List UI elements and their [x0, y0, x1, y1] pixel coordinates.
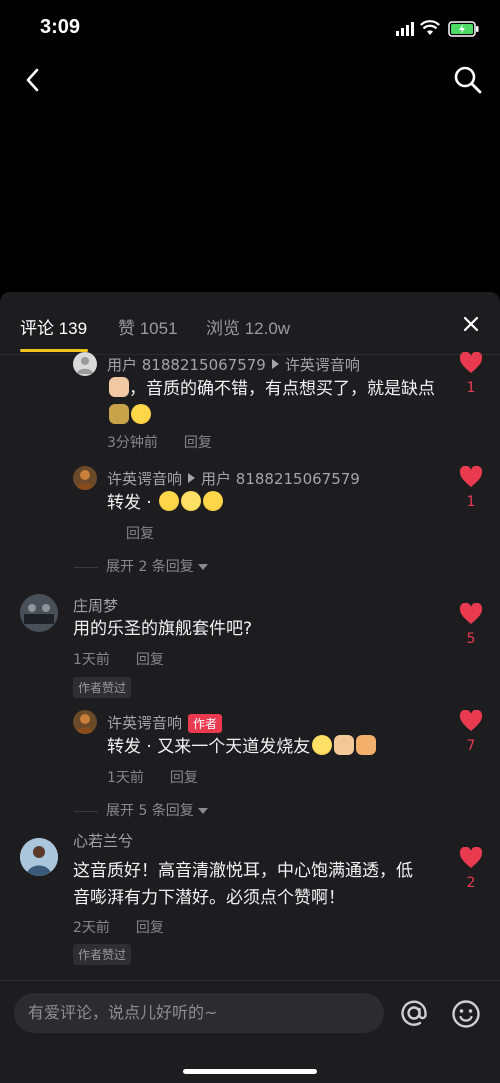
avatar[interactable] [20, 594, 58, 632]
mention-at-icon[interactable] [398, 997, 430, 1029]
like-count: 7 [466, 738, 476, 754]
tab-likes[interactable]: 赞 1051 [118, 314, 178, 339]
comment-meta: 回复 [100, 523, 154, 543]
laughing-emoji-icon [159, 491, 180, 511]
expand-replies-button[interactable]: 展开 2 条回复 [74, 556, 208, 576]
avatar[interactable] [20, 838, 58, 876]
thumbs-up-emoji-icon [356, 735, 377, 755]
heart-icon [459, 351, 483, 373]
heart-icon [459, 602, 483, 624]
laughing-emoji-icon [203, 491, 224, 511]
grin-emoji-icon [181, 491, 202, 511]
comment-author[interactable]: 心若兰兮 [73, 830, 133, 851]
tab-comments[interactable]: 评论 139 [20, 314, 87, 339]
chevron-down-icon [197, 564, 208, 570]
clap-emoji-icon [334, 735, 355, 755]
comment-time: 3分钟前 [107, 435, 158, 451]
comment-item: 心若兰兮 这音质好！高音清澈悦耳，中心饱满通透，低 音嘭湃有力下潜好。必须点个赞… [0, 292, 500, 965]
author-badge: 作者 [188, 714, 223, 733]
heart-icon [459, 709, 483, 731]
reply-button[interactable]: 回复 [126, 526, 154, 542]
comment-text: 转发 · 又来一个天道发烧友 [107, 734, 447, 761]
close-icon[interactable] [460, 313, 482, 335]
reply-button[interactable]: 回复 [170, 770, 198, 786]
reply-arrow-icon [271, 359, 279, 369]
reply-arrow-icon [188, 473, 196, 483]
author-liked-badge: 作者赞过 [73, 677, 132, 698]
status-time: 3:09 [40, 16, 81, 38]
comment-author[interactable]: 用户 8188215067579 许英谔音响 [107, 354, 360, 375]
comment-text: 转发 · [107, 490, 447, 517]
tab-bar: 评论 139 赞 1051 浏览 12.0w [0, 292, 500, 355]
signal-icon [396, 22, 414, 36]
comment-text: 用的乐圣的旗舰套件吧? [73, 619, 253, 639]
comment-time: 2天前 [73, 920, 110, 936]
comment-meta: 2天前 回复 [73, 917, 164, 937]
avatar[interactable] [73, 710, 97, 734]
reply-button[interactable]: 回复 [136, 652, 164, 668]
reply-button[interactable]: 回复 [184, 435, 212, 451]
comment-meta: 3分钟前 回复 [107, 432, 212, 452]
expand-replies-button[interactable]: 展开 5 条回复 [74, 800, 208, 820]
comment-author[interactable]: 许英谔音响 作者 [107, 712, 223, 733]
like-button[interactable]: 1 [458, 351, 484, 396]
like-count: 1 [466, 494, 476, 510]
like-button[interactable]: 7 [458, 709, 484, 754]
heart-icon [459, 846, 483, 868]
grin-emoji-icon [312, 735, 333, 755]
active-tab-indicator [20, 349, 88, 352]
chevron-down-icon [197, 808, 208, 814]
comment-text: 这音质好！高音清澈悦耳，中心饱满通透，低 音嘭湃有力下潜好。必须点个赞啊！ [73, 861, 413, 908]
comment-meta: 1天前 回复 [107, 767, 198, 787]
laughing-emoji-icon [131, 404, 151, 424]
comment-author[interactable]: 庄周梦 [73, 595, 118, 616]
avatar[interactable] [73, 352, 97, 376]
back-arrow-icon[interactable] [18, 64, 50, 96]
like-button[interactable]: 5 [458, 602, 484, 647]
like-button[interactable]: 2 [458, 846, 484, 891]
emoji-icon[interactable] [451, 999, 481, 1029]
comment-input[interactable]: 有爱评论，说点儿好听的~ [14, 993, 384, 1033]
comment-sheet: 评论 139 赞 1051 浏览 12.0w 用户 8188215067579 许… [0, 292, 500, 1082]
search-icon[interactable] [452, 64, 484, 96]
comment-meta: 1天前 回复 [73, 649, 164, 669]
like-count: 2 [466, 875, 476, 891]
comment-time: 1天前 [107, 770, 144, 786]
like-count: 1 [466, 380, 476, 396]
like-count: 5 [466, 631, 476, 647]
heart-icon [459, 465, 483, 487]
avatar[interactable] [73, 466, 97, 490]
money-bag-emoji-icon [109, 404, 129, 424]
comment-text: ，音质的确不错，有点想买了，就是缺点 [107, 376, 447, 430]
tab-views[interactable]: 浏览 12.0w [206, 314, 290, 339]
comment-author[interactable]: 许英谔音响 用户 8188215067579 [107, 468, 360, 489]
home-indicator [183, 1069, 317, 1074]
hand-emoji-icon [109, 377, 129, 397]
status-bar: 3:09 [0, 0, 500, 56]
author-liked-badge: 作者赞过 [73, 944, 132, 965]
comment-input-bar: 有爱评论，说点儿好听的~ [0, 980, 500, 1083]
wifi-icon [420, 20, 440, 35]
battery-icon [448, 21, 479, 37]
reply-button[interactable]: 回复 [136, 920, 164, 936]
comment-time: 1天前 [73, 652, 110, 668]
like-button[interactable]: 1 [458, 465, 484, 510]
